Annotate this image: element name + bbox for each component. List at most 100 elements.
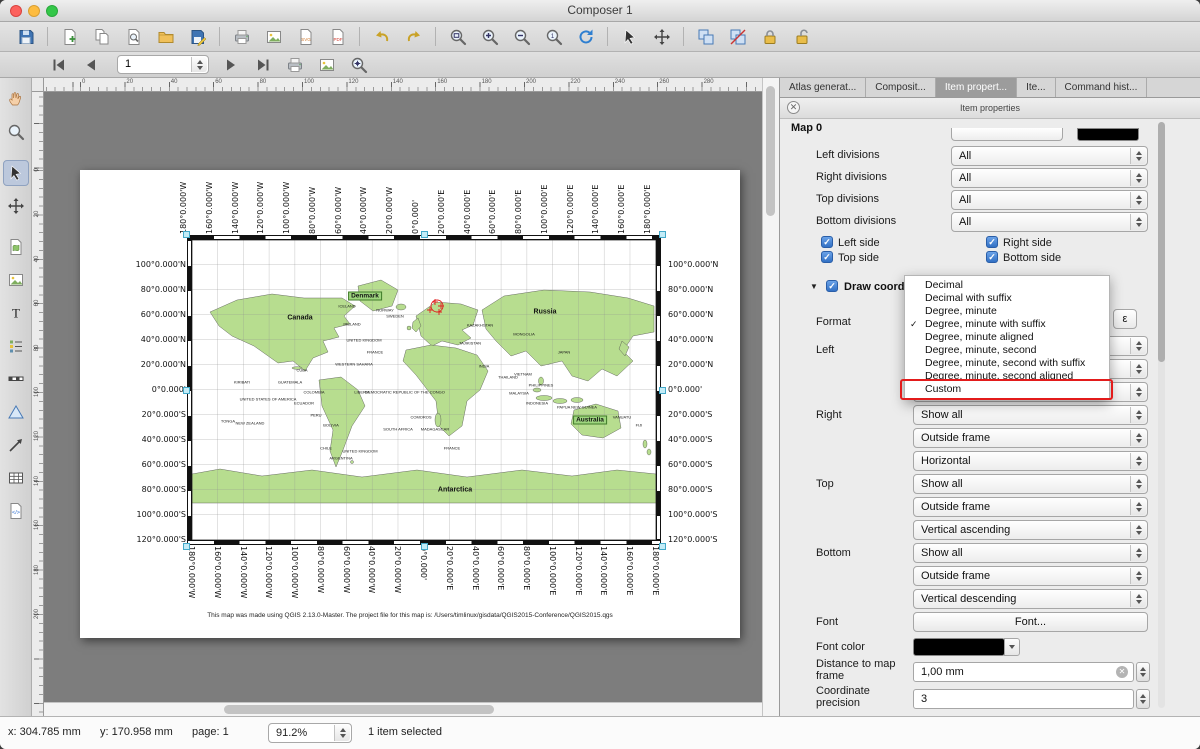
add-new-label-button[interactable]: T bbox=[3, 300, 29, 326]
unlock-all-items-button[interactable] bbox=[788, 25, 815, 49]
zoom-tool-button[interactable] bbox=[3, 119, 29, 145]
move-item-content-tool-button[interactable] bbox=[3, 193, 29, 219]
add-image-tool-button[interactable] bbox=[3, 267, 29, 293]
print-atlas-button[interactable] bbox=[281, 53, 308, 77]
bottom-direction-combo[interactable]: Vertical descending bbox=[913, 589, 1148, 609]
zoom-out-button[interactable] bbox=[508, 25, 535, 49]
tab-composit[interactable]: Composit... bbox=[866, 78, 936, 97]
menu-item-degree-minute[interactable]: Degree, minute bbox=[905, 305, 1109, 318]
redo-button[interactable] bbox=[400, 25, 427, 49]
select-move-item-button[interactable] bbox=[616, 25, 643, 49]
top-frame-combo[interactable]: Outside frame bbox=[913, 497, 1148, 517]
close-panel-icon[interactable]: ✕ bbox=[787, 101, 800, 114]
zoom-actual-button[interactable]: 1 bbox=[540, 25, 567, 49]
selection-handle[interactable] bbox=[659, 387, 666, 394]
export-as-pdf-button[interactable]: PDF bbox=[324, 25, 351, 49]
zoom-window-button[interactable] bbox=[46, 5, 58, 17]
atlas-feature-combo[interactable]: 1 bbox=[117, 55, 209, 74]
draw-coordinates-checkbox[interactable]: ✓ bbox=[826, 280, 838, 292]
export-as-svg-button[interactable]: SVG bbox=[292, 25, 319, 49]
selection-handle[interactable] bbox=[421, 231, 428, 238]
save-composition-button[interactable] bbox=[12, 25, 39, 49]
tab-item-propert[interactable]: Item propert... bbox=[936, 78, 1017, 97]
tab-command-hist[interactable]: Command hist... bbox=[1056, 78, 1148, 97]
clipped-combo[interactable] bbox=[951, 128, 1063, 141]
bottom-side-checkbox[interactable]: ✓ bbox=[986, 251, 998, 263]
right-side-checkbox[interactable]: ✓ bbox=[986, 236, 998, 248]
right-frame-combo[interactable]: Outside frame bbox=[913, 428, 1148, 448]
atlas-last-feature-button[interactable] bbox=[249, 53, 276, 77]
add-new-scalebar-button[interactable] bbox=[3, 366, 29, 392]
top-divisions-combo[interactable]: All bbox=[951, 190, 1148, 210]
atlas-previous-feature-button[interactable] bbox=[77, 53, 104, 77]
selection-handle[interactable] bbox=[421, 543, 428, 550]
load-from-template-button[interactable] bbox=[152, 25, 179, 49]
add-attribute-table-button[interactable] bbox=[3, 465, 29, 491]
pan-tool-button[interactable] bbox=[3, 86, 29, 112]
atlas-settings-button[interactable] bbox=[345, 53, 372, 77]
zoom-full-button[interactable] bbox=[444, 25, 471, 49]
bottom-divisions-combo[interactable]: All bbox=[951, 212, 1148, 232]
new-composition-button[interactable] bbox=[56, 25, 83, 49]
selection-handle[interactable] bbox=[183, 543, 190, 550]
menu-item-degree-minute-with-suffix[interactable]: ✓Degree, minute with suffix bbox=[905, 318, 1109, 331]
menu-item-decimal[interactable]: Decimal bbox=[905, 279, 1109, 292]
clear-field-icon[interactable]: ✕ bbox=[1116, 666, 1128, 678]
canvas-horizontal-scrollbar[interactable] bbox=[44, 702, 762, 716]
add-html-frame-button[interactable]: </> bbox=[3, 498, 29, 524]
right-direction-combo[interactable]: Horizontal bbox=[913, 451, 1148, 471]
top-direction-combo[interactable]: Vertical ascending bbox=[913, 520, 1148, 540]
map-item[interactable]: CanadaDenmarkRussiaAustraliaAntarcticaIC… bbox=[192, 240, 656, 540]
font-button[interactable]: Font... bbox=[913, 612, 1148, 632]
move-item-content-button[interactable] bbox=[648, 25, 675, 49]
manage-compositions-button[interactable] bbox=[120, 25, 147, 49]
expression-button[interactable]: ε bbox=[1113, 309, 1137, 329]
menu-item-degree-minute-second[interactable]: Degree, minute, second bbox=[905, 344, 1109, 357]
menu-item-degree-minute-second-with-suffix[interactable]: Degree, minute, second with suffix bbox=[905, 357, 1109, 370]
right-display-combo[interactable]: Show all bbox=[913, 405, 1148, 425]
selection-handle[interactable] bbox=[659, 543, 666, 550]
select-move-item-tool-button[interactable] bbox=[3, 160, 29, 186]
export-as-image-button[interactable] bbox=[260, 25, 287, 49]
refresh-view-button[interactable] bbox=[572, 25, 599, 49]
duplicate-composition-button[interactable] bbox=[88, 25, 115, 49]
panel-scrollbar[interactable] bbox=[1158, 122, 1165, 708]
canvas-vertical-scrollbar[interactable] bbox=[762, 78, 779, 716]
tab-atlas-generat[interactable]: Atlas generat... bbox=[780, 78, 866, 97]
composition-canvas[interactable]: CanadaDenmarkRussiaAustraliaAntarcticaIC… bbox=[44, 92, 762, 702]
distance-stepper[interactable] bbox=[1136, 662, 1150, 682]
clipped-color-swatch[interactable] bbox=[1077, 128, 1139, 141]
add-new-map-button[interactable] bbox=[3, 234, 29, 260]
precision-stepper[interactable] bbox=[1136, 689, 1150, 709]
add-new-legend-button[interactable] bbox=[3, 333, 29, 359]
save-as-template-button[interactable] bbox=[184, 25, 211, 49]
undo-button[interactable] bbox=[368, 25, 395, 49]
close-window-button[interactable] bbox=[10, 5, 22, 17]
zoom-level-combo[interactable]: 91.2% bbox=[268, 723, 352, 743]
tab-ite[interactable]: Ite... bbox=[1017, 78, 1055, 97]
selection-handle[interactable] bbox=[183, 387, 190, 394]
print-composition-button[interactable] bbox=[228, 25, 255, 49]
bottom-display-combo[interactable]: Show all bbox=[913, 543, 1148, 563]
left-side-checkbox[interactable]: ✓ bbox=[821, 236, 833, 248]
selection-handle[interactable] bbox=[183, 231, 190, 238]
lock-selected-items-button[interactable] bbox=[756, 25, 783, 49]
font-color-dropdown-icon[interactable] bbox=[1004, 638, 1020, 656]
top-display-combo[interactable]: Show all bbox=[913, 474, 1148, 494]
atlas-next-feature-button[interactable] bbox=[217, 53, 244, 77]
add-basic-shape-button[interactable] bbox=[3, 399, 29, 425]
export-atlas-as-image-button[interactable] bbox=[313, 53, 340, 77]
distance-to-map-frame-field[interactable]: 1,00 mm bbox=[913, 662, 1134, 682]
disclosure-triangle-icon[interactable]: ▼ bbox=[810, 282, 818, 291]
menu-item-decimal-with-suffix[interactable]: Decimal with suffix bbox=[905, 292, 1109, 305]
selection-handle[interactable] bbox=[659, 231, 666, 238]
ungroup-items-button[interactable] bbox=[724, 25, 751, 49]
menu-item-degree-minute-aligned[interactable]: Degree, minute aligned bbox=[905, 331, 1109, 344]
font-color-swatch[interactable] bbox=[913, 638, 1005, 656]
top-side-checkbox[interactable]: ✓ bbox=[821, 251, 833, 263]
coordinate-precision-field[interactable]: 3 bbox=[913, 689, 1134, 709]
zoom-in-button[interactable] bbox=[476, 25, 503, 49]
minimize-window-button[interactable] bbox=[28, 5, 40, 17]
add-arrow-button[interactable] bbox=[3, 432, 29, 458]
right-divisions-combo[interactable]: All bbox=[951, 168, 1148, 188]
